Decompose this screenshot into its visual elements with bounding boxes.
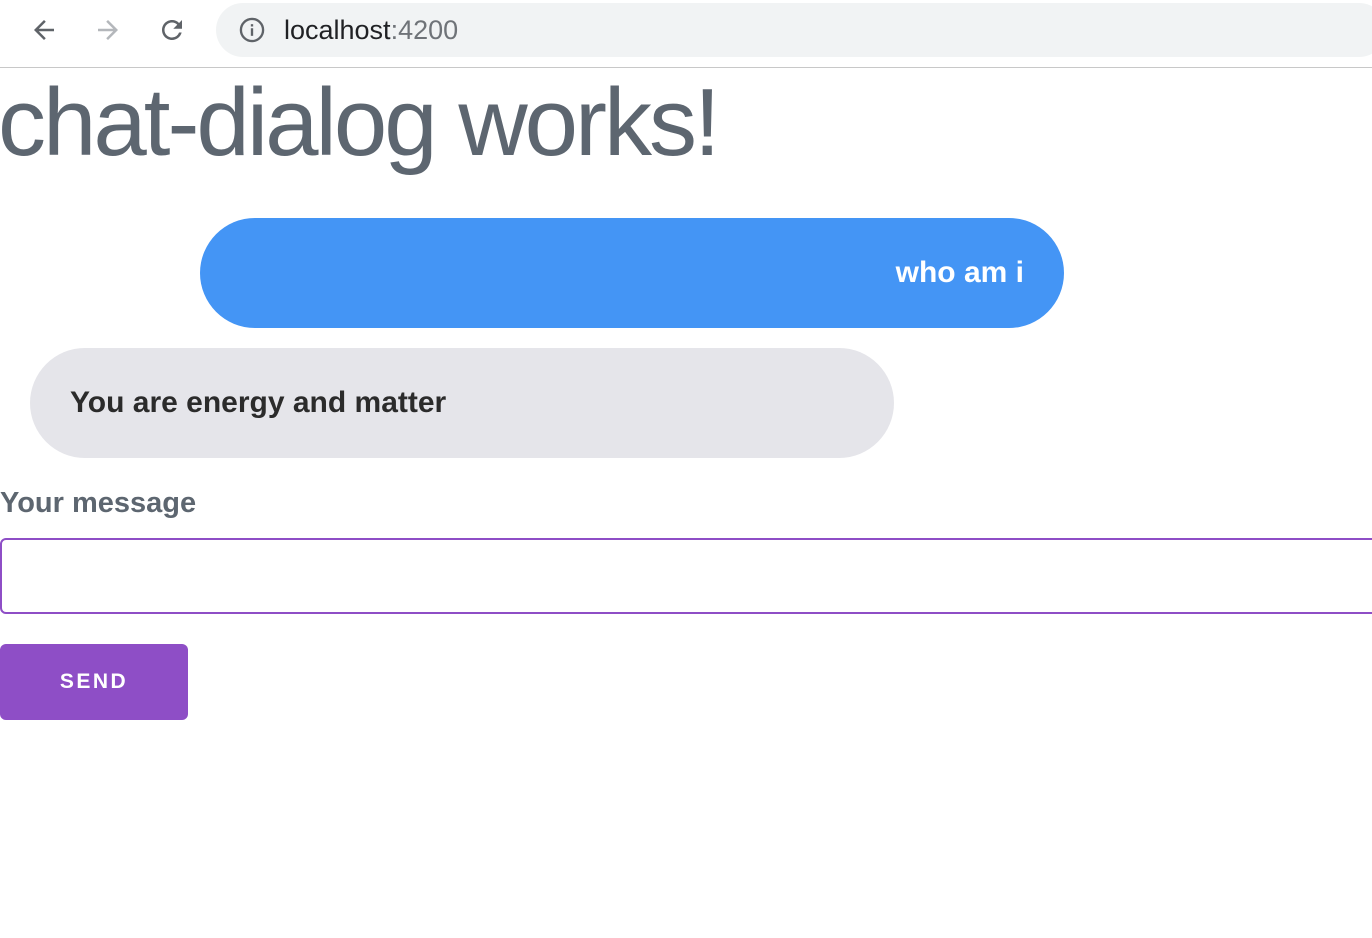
user-message-text: who am i	[895, 256, 1024, 289]
reload-button[interactable]	[152, 10, 192, 50]
url-text[interactable]: localhost:4200	[284, 15, 458, 45]
message-label: Your message	[0, 487, 197, 519]
url-host: localhost	[284, 15, 391, 45]
bot-message-text: You are energy and matter	[70, 386, 447, 419]
address-bar[interactable]: localhost:4200	[216, 3, 1372, 57]
message-input[interactable]	[0, 538, 1372, 614]
arrow-left-icon	[34, 20, 54, 40]
browser-toolbar: localhost:4200	[0, 0, 1372, 68]
arrow-right-icon	[98, 20, 118, 40]
reload-icon	[162, 20, 182, 40]
user-message-bubble: who am i	[200, 218, 1064, 328]
send-button[interactable]: SEND	[0, 644, 188, 720]
forward-button[interactable]	[88, 10, 128, 50]
url-port: :4200	[390, 15, 459, 45]
bot-message-bubble: You are energy and matter	[30, 348, 894, 458]
info-icon[interactable]	[238, 16, 266, 44]
page-title: chat-dialog works!	[0, 69, 721, 176]
back-button[interactable]	[24, 10, 64, 50]
